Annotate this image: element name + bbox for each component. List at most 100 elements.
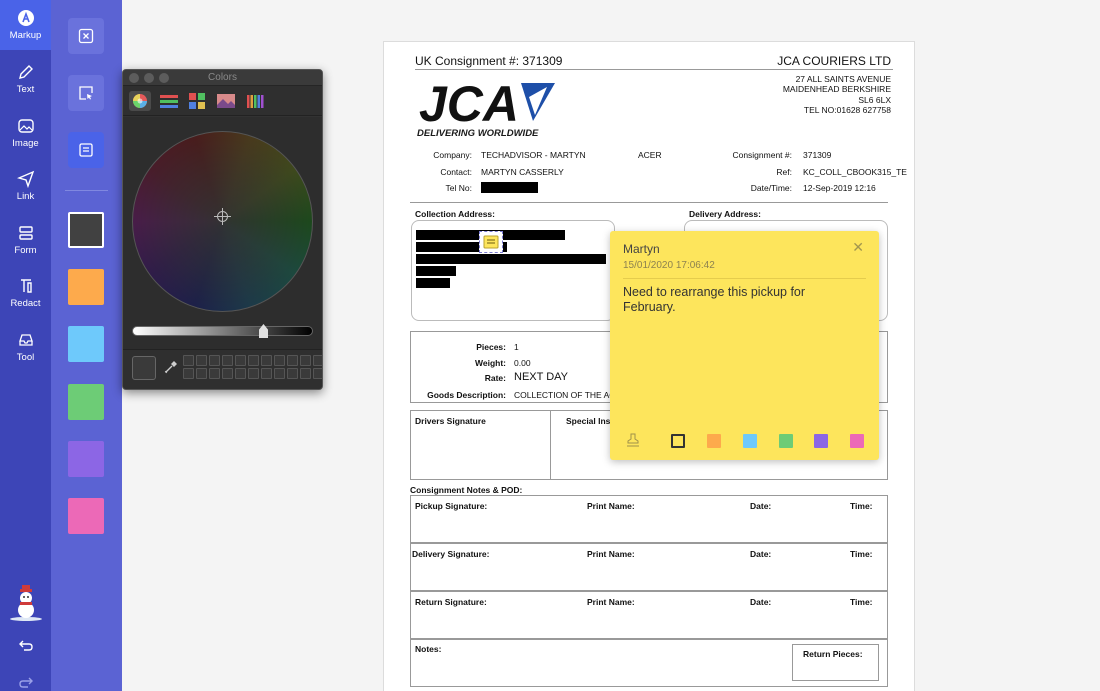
- swatch-light-blue[interactable]: [68, 326, 104, 362]
- drivers-signature-label: Drivers Signature: [415, 416, 486, 426]
- swatch-well[interactable]: [235, 355, 246, 366]
- swatch-well[interactable]: [313, 368, 322, 379]
- weight-value: 0.00: [514, 358, 531, 368]
- note-color-orange[interactable]: [707, 434, 721, 448]
- palette-grid-icon: [189, 93, 205, 109]
- markup-icon: [17, 10, 34, 26]
- ref-value: KC_COLL_CBOOK315_TE: [803, 167, 907, 177]
- eyedropper-icon[interactable]: [163, 359, 179, 375]
- rate-value: NEXT DAY: [514, 371, 568, 383]
- select-icon: [79, 86, 93, 100]
- send-icon: [16, 170, 34, 188]
- swatch-well[interactable]: [222, 355, 233, 366]
- ref-label: Ref:: [776, 167, 792, 177]
- tool-tool[interactable]: Tool: [0, 322, 51, 372]
- close-box-icon: [78, 28, 94, 44]
- tel-label: Tel No:: [445, 183, 472, 193]
- note-color-blue[interactable]: [743, 434, 757, 448]
- color-sliders-tab[interactable]: [158, 91, 180, 111]
- swatch-well[interactable]: [261, 368, 272, 379]
- collection-address-label: Collection Address:: [415, 209, 495, 219]
- note-divider: [623, 278, 866, 279]
- swatch-well[interactable]: [274, 368, 285, 379]
- swatch-well[interactable]: [261, 355, 272, 366]
- company-label: Company:: [433, 150, 472, 160]
- color-palettes-tab[interactable]: [186, 91, 208, 111]
- link-tool[interactable]: Link: [0, 161, 51, 211]
- jca-logo: JCA DELIVERING WORLDWIDE: [417, 76, 557, 139]
- return-time: Time:: [850, 597, 873, 607]
- swatch-well[interactable]: [183, 368, 194, 379]
- swatch-well[interactable]: [183, 355, 194, 366]
- swatch-pink[interactable]: [68, 498, 104, 534]
- colors-title: Colors: [208, 72, 237, 83]
- swatch-well[interactable]: [300, 355, 311, 366]
- contact-value: MARTYN CASSERLY: [481, 167, 564, 177]
- color-wheel-icon: [133, 94, 147, 108]
- swatch-well[interactable]: [274, 355, 285, 366]
- note-color-outline[interactable]: [671, 434, 685, 448]
- note-annotation-button[interactable]: [68, 132, 104, 168]
- weight-label: Weight:: [474, 358, 506, 368]
- swatch-well[interactable]: [300, 368, 311, 379]
- pieces-value: 1: [514, 342, 519, 352]
- swatch-well[interactable]: [313, 355, 322, 366]
- form-icon: [18, 226, 33, 240]
- swatch-well[interactable]: [209, 368, 220, 379]
- color-wheel-tab[interactable]: [129, 91, 151, 111]
- return-signature-label: Return Signature:: [415, 597, 487, 607]
- delivery-date: Date:: [750, 549, 772, 559]
- note-text[interactable]: Need to rearrange this pickup for Februa…: [623, 285, 843, 315]
- logo-tagline: DELIVERING WORLDWIDE: [417, 128, 539, 139]
- sticky-note-popup[interactable]: Martyn 15/01/2020 17:06:42 ✕ Need to rea…: [610, 231, 879, 460]
- swatch-well[interactable]: [196, 368, 207, 379]
- crosshair-icon[interactable]: [214, 208, 231, 225]
- colors-panel[interactable]: Colors: [122, 69, 323, 390]
- note-anchor-icon[interactable]: [479, 231, 503, 253]
- swatch-purple[interactable]: [68, 441, 104, 477]
- tray-icon: [18, 334, 33, 346]
- swatch-well[interactable]: [287, 355, 298, 366]
- redact-label: Redact: [10, 298, 41, 309]
- swatch-well[interactable]: [248, 368, 259, 379]
- slider-knob[interactable]: [259, 324, 268, 338]
- note-color-green[interactable]: [779, 434, 793, 448]
- markup-tool[interactable]: Markup: [0, 0, 51, 50]
- undo-icon[interactable]: [0, 639, 51, 653]
- swatch-dark-gray[interactable]: [68, 212, 104, 248]
- text-label: Text: [16, 84, 35, 95]
- pickup-signature-label: Pickup Signature:: [415, 501, 488, 511]
- company-heading: JCA COURIERS LTD: [777, 54, 891, 68]
- panel-divider: [65, 190, 108, 191]
- swatch-green[interactable]: [68, 384, 104, 420]
- form-tool[interactable]: Form: [0, 215, 51, 265]
- image-icon: [17, 119, 34, 133]
- note-color-pink[interactable]: [850, 434, 864, 448]
- delivery-print-name: Print Name:: [587, 549, 635, 559]
- note-color-purple[interactable]: [814, 434, 828, 448]
- image-tool[interactable]: Image: [0, 108, 51, 158]
- colors-titlebar[interactable]: Colors: [123, 70, 322, 86]
- markup-label: Markup: [9, 30, 42, 41]
- close-icon[interactable]: ✕: [852, 239, 864, 256]
- delete-annotation-button[interactable]: [68, 18, 104, 54]
- redo-icon[interactable]: [0, 676, 51, 690]
- swatch-well[interactable]: [209, 355, 220, 366]
- swatch-well[interactable]: [287, 368, 298, 379]
- redact-tool[interactable]: Redact: [0, 268, 51, 318]
- logo-text: JCA: [419, 77, 519, 127]
- select-annotation-button[interactable]: [68, 75, 104, 111]
- crayons-tab[interactable]: [244, 91, 266, 111]
- swatch-well[interactable]: [248, 355, 259, 366]
- current-color-well[interactable]: [132, 356, 156, 380]
- swatch-well[interactable]: [196, 355, 207, 366]
- swatch-orange[interactable]: [68, 269, 104, 305]
- swatch-well[interactable]: [222, 368, 233, 379]
- swatch-well[interactable]: [235, 368, 246, 379]
- goods-value: COLLECTION OF THE AC: [514, 390, 610, 400]
- text-tool[interactable]: Text: [0, 54, 51, 104]
- tool-label: Tool: [16, 352, 35, 363]
- image-palettes-tab[interactable]: [215, 91, 237, 111]
- brightness-slider[interactable]: [132, 324, 313, 338]
- stamp-icon[interactable]: [626, 433, 640, 452]
